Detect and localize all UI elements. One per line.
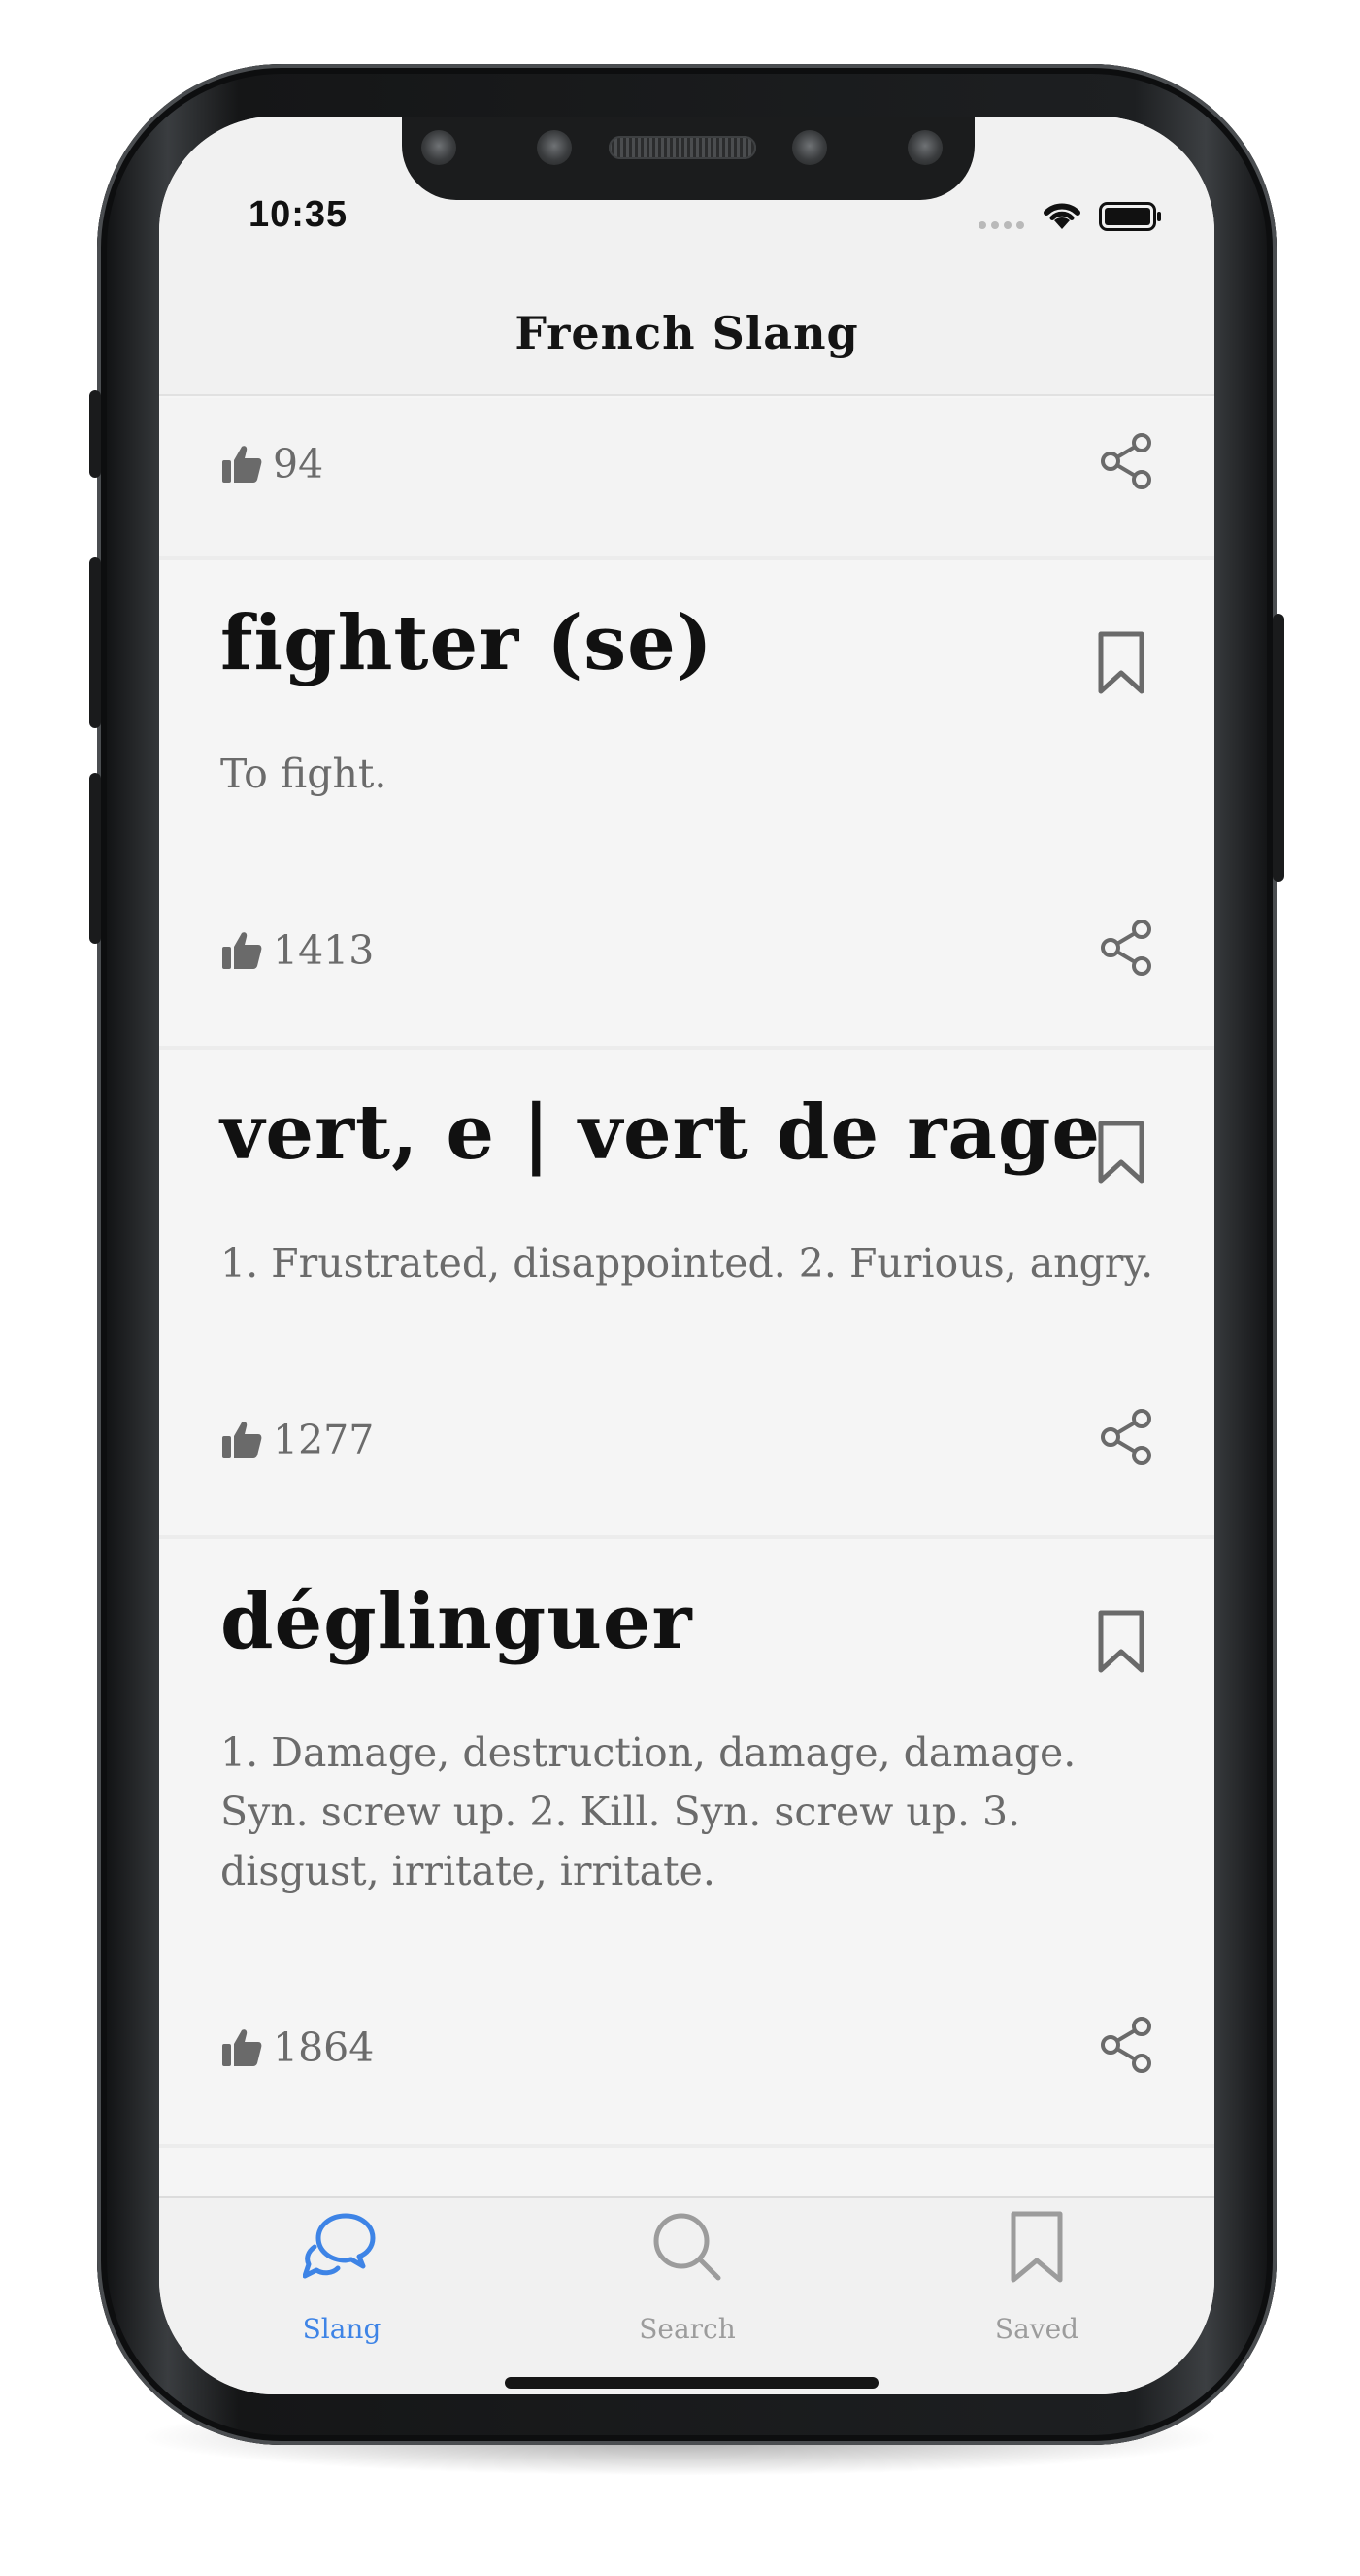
like-button[interactable]: 1413 xyxy=(220,927,374,974)
wifi-icon xyxy=(1044,203,1080,229)
slang-card[interactable]: déglinguer 1. Damage, destruction, damag… xyxy=(159,1539,1214,2144)
like-count: 94 xyxy=(273,441,324,487)
slang-card[interactable] xyxy=(159,2148,1214,2196)
like-button[interactable]: 1277 xyxy=(220,1417,374,1463)
share-icon[interactable] xyxy=(1097,2015,1155,2075)
tab-slang[interactable]: Slang xyxy=(245,2208,439,2354)
status-time: 10:35 xyxy=(249,194,348,235)
side-button-power xyxy=(1273,614,1284,882)
phone-screen: 10:35 French Slang 94 fighter (se) To fi… xyxy=(159,117,1214,2394)
thumbs-up-icon xyxy=(222,932,262,969)
front-camera xyxy=(792,130,827,165)
like-button[interactable]: 1864 xyxy=(220,2024,374,2071)
like-count: 1413 xyxy=(273,927,375,974)
share-icon[interactable] xyxy=(1097,431,1155,491)
side-button-volume-down xyxy=(89,773,101,944)
thumbs-up-icon xyxy=(222,446,262,483)
navigation-bar: French Slang xyxy=(159,262,1214,396)
slang-card[interactable]: vert, e | vert de rage 1. Frustrated, di… xyxy=(159,1050,1214,1535)
slang-card[interactable]: fighter (se) To fight. 1413 xyxy=(159,560,1214,1046)
bookmark-icon[interactable] xyxy=(1096,631,1146,695)
thumbs-up-icon xyxy=(222,1422,262,1458)
tab-bar: Slang Search Saved xyxy=(159,2196,1214,2394)
bookmark-icon[interactable] xyxy=(1096,1121,1146,1185)
battery-icon xyxy=(1099,202,1161,231)
like-button[interactable]: 94 xyxy=(220,441,323,487)
sensor-dot xyxy=(908,130,943,165)
sensor-dot xyxy=(537,130,572,165)
search-icon xyxy=(653,2213,721,2281)
earpiece-speaker xyxy=(609,136,756,159)
sensor-dot xyxy=(421,130,456,165)
share-icon[interactable] xyxy=(1097,1407,1155,1467)
slang-definition: 1. Damage, destruction, damage, damage. … xyxy=(220,1729,1077,1894)
slang-list[interactable]: 94 fighter (se) To fight. 1413 vert, e |… xyxy=(159,398,1214,2196)
like-count: 1277 xyxy=(273,1417,375,1463)
like-count: 1864 xyxy=(273,2024,375,2071)
slang-term: fighter (se) xyxy=(220,599,713,687)
tab-label: Saved xyxy=(994,2313,1079,2345)
share-icon[interactable] xyxy=(1097,918,1155,978)
thumbs-up-icon xyxy=(222,2029,262,2066)
tab-saved[interactable]: Saved xyxy=(940,2208,1134,2354)
tab-label: Slang xyxy=(302,2313,381,2345)
slang-card[interactable]: 94 xyxy=(159,398,1214,556)
bookmark-icon[interactable] xyxy=(1096,1610,1146,1674)
slang-term: vert, e | vert de rage xyxy=(220,1088,1102,1177)
tab-label: Search xyxy=(639,2313,736,2345)
slang-term: déglinguer xyxy=(220,1578,693,1666)
side-button-volume-up xyxy=(89,557,101,728)
tab-search[interactable]: Search xyxy=(590,2208,784,2354)
chat-bubbles-icon xyxy=(303,2213,376,2279)
cellular-signal-icon xyxy=(979,221,1024,229)
bookmark-icon xyxy=(1011,2211,1063,2283)
side-button-silent xyxy=(89,390,101,478)
notch xyxy=(402,117,975,200)
page-title: French Slang xyxy=(514,307,859,359)
slang-definition: To fight. xyxy=(220,751,387,797)
home-indicator[interactable] xyxy=(505,2377,879,2389)
slang-definition: 1. Frustrated, disappointed. 2. Furious,… xyxy=(220,1240,1154,1287)
